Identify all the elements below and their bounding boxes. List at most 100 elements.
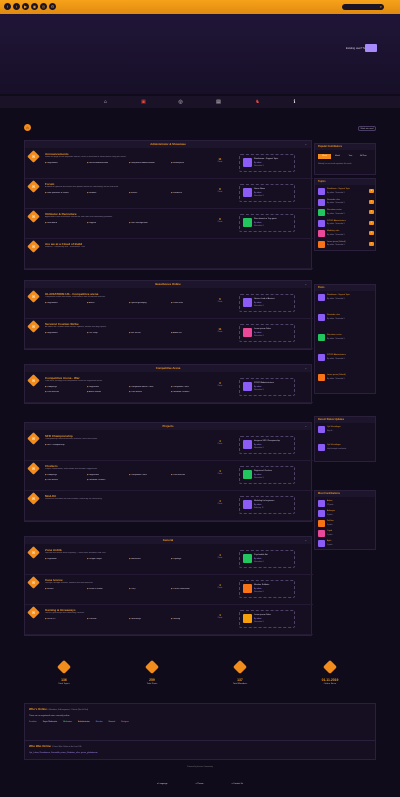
last-post-box[interactable]: Modeling for beginners By admin February 1… xyxy=(239,496,295,514)
item-title[interactable]: Lorem ipsum (Default) xyxy=(327,241,346,243)
subforum-link[interactable]: Support xyxy=(87,222,129,224)
last-post-author[interactable]: By admin xyxy=(254,222,262,224)
last-post-author[interactable]: By admin xyxy=(254,386,262,388)
last-post-author[interactable]: By admin xyxy=(254,192,262,194)
last-post-box[interactable]: Lorem ipsum Dolor By admin November 5 xyxy=(239,324,295,342)
subforum-link[interactable]: Homerakis xyxy=(129,558,171,560)
list-item[interactable]: Adamyou 5 posts xyxy=(318,509,374,519)
avatar[interactable] xyxy=(318,188,325,195)
collapse-icon[interactable]: ⌄ xyxy=(304,141,307,148)
subforum-link[interactable]: Marketplace xyxy=(171,162,213,164)
subforum-link[interactable]: Upload gameplay xyxy=(129,302,171,304)
subforum-link[interactable]: Feedback xyxy=(171,192,213,194)
subforum-link[interactable]: Last Matches xyxy=(45,391,87,393)
list-item[interactable]: Lorem ipsum (Default) By admin · November… xyxy=(318,373,374,383)
subforum-link[interactable]: Gaming xyxy=(171,618,213,620)
last-post-author[interactable]: By admin xyxy=(254,504,262,506)
last-post-author[interactable]: By admin xyxy=(254,332,262,334)
subforum-link[interactable]: Last Matches xyxy=(171,474,213,476)
item-title[interactable]: Cupid xyxy=(327,530,332,532)
discord-icon[interactable]: ◉ xyxy=(31,3,38,10)
avatar[interactable] xyxy=(243,470,252,479)
list-item[interactable]: Lorem ipsum (Default) By admin · November… xyxy=(318,240,374,250)
tab-all-time[interactable]: All Time xyxy=(357,154,370,159)
subforum-link[interactable]: Clan Battles xyxy=(45,479,87,481)
subforum-link[interactable]: Legislation xyxy=(45,558,87,560)
subforum-link[interactable]: Gladiator Partners xyxy=(171,391,213,393)
collapse-icon[interactable]: ⌄ xyxy=(304,537,307,544)
collapse-icon[interactable]: ⌄ xyxy=(304,423,307,430)
item-title[interactable]: XXXXX Administrators xyxy=(327,220,346,222)
avatar[interactable] xyxy=(243,584,252,593)
last-post-author[interactable]: By admin xyxy=(254,474,262,476)
subforum-link[interactable]: Events xyxy=(129,192,171,194)
item-title[interactable]: Reminder rules xyxy=(327,199,340,201)
group-legend-item[interactable]: Designer xyxy=(121,721,129,723)
footer-link-contact-us[interactable]: Contact Us xyxy=(231,783,243,785)
item-title[interactable]: Roadsteam - Support Topic xyxy=(327,294,350,296)
footer-link-theme[interactable]: Theme xyxy=(196,783,204,785)
globe-icon[interactable]: ◎ xyxy=(176,98,185,106)
last-post-title[interactable]: Registered Clockers xyxy=(254,470,272,472)
item-title[interactable]: Roadsteam - Support Topic xyxy=(327,188,350,190)
item-title[interactable]: Ayda xyxy=(327,540,331,542)
last-post-box[interactable]: Greece Lord of Ancient By admin November 5 xyxy=(239,294,295,312)
twitter-icon[interactable]: t xyxy=(13,3,20,10)
list-item[interactable]: Cpt Schrödinger http://example.com/status xyxy=(318,443,374,453)
subforum-link[interactable]: Mix Server xyxy=(129,332,171,334)
tab-month[interactable]: Month xyxy=(331,154,344,159)
avatar[interactable] xyxy=(243,188,252,197)
list-item[interactable]: Recruitare center By admin · November 5 2 xyxy=(318,208,374,218)
home-breadcrumb-icon[interactable]: ⌂ xyxy=(24,124,31,131)
last-post-author[interactable]: By admin xyxy=(254,444,262,446)
last-post-title[interactable]: Roadsteam - Support Topic xyxy=(254,158,278,160)
last-post-box[interactable]: Recruitment or Tiny posts By admin Novembe… xyxy=(239,214,295,232)
avatar[interactable] xyxy=(318,500,325,507)
subforum-link[interactable]: SFD Championship xyxy=(45,444,87,446)
list-item[interactable]: Ayda 1 posts xyxy=(318,539,374,549)
sign-up-button[interactable] xyxy=(365,44,377,52)
group-legend-item[interactable]: Member xyxy=(96,721,103,723)
last-post-box[interactable]: XXXXX Administrators By admin November 5 xyxy=(239,378,295,396)
item-title[interactable]: Lorem ipsum (Default) xyxy=(327,374,346,376)
avatar[interactable] xyxy=(243,382,252,391)
subforum-link[interactable]: Deal Afford xyxy=(45,222,87,224)
last-post-author[interactable]: By admin xyxy=(254,618,262,620)
subforum-link[interactable]: Lobbyrings xyxy=(45,474,87,476)
last-post-author[interactable]: By admin xyxy=(254,588,262,590)
last-post-title[interactable]: Lorem ipsum Dolor xyxy=(254,614,271,616)
list-item[interactable]: Roadsteam - Support Topic By admin · Nove… xyxy=(318,187,374,197)
home-icon[interactable]: ⌂ xyxy=(101,98,110,106)
community-icon[interactable]: ♞ xyxy=(253,98,262,106)
subforum-link[interactable]: Lobbyrings xyxy=(45,386,87,388)
avatar[interactable] xyxy=(318,374,325,381)
avatar[interactable] xyxy=(243,328,252,337)
last-post-author[interactable]: By admin xyxy=(254,162,262,164)
instagram-icon[interactable]: ◎ xyxy=(40,3,47,10)
avatar[interactable] xyxy=(318,209,325,216)
last-post-box[interactable]: Psychedelic Art By admin November 5 xyxy=(239,550,295,568)
list-item[interactable]: Reminder rules By admin · November 5 xyxy=(318,313,374,323)
collapse-icon[interactable]: ⌄ xyxy=(304,365,307,372)
group-legend-item[interactable]: Super Moderator xyxy=(43,721,57,723)
subforum-link[interactable]: Jocuri PC xyxy=(45,618,87,620)
subforum-link[interactable]: Staff questions & events xyxy=(45,192,87,194)
avatar[interactable] xyxy=(243,158,252,167)
forums-icon[interactable]: ▣ xyxy=(139,98,148,106)
list-item[interactable]: XXXXX Administrators By admin · November … xyxy=(318,219,374,229)
last-post-title[interactable]: Game News xyxy=(254,188,265,190)
group-legend-item[interactable]: Fondator xyxy=(29,721,37,723)
subforum-link[interactable]: Lopolegs xyxy=(171,558,213,560)
subforum-link[interactable]: Arena Videos xyxy=(87,391,129,393)
tab-week[interactable]: Week xyxy=(318,154,331,159)
avatar[interactable] xyxy=(318,540,325,547)
subforum-link[interactable]: Complaints Clans xyxy=(171,386,213,388)
subforum-link[interactable]: Regulations xyxy=(45,332,87,334)
avatar[interactable] xyxy=(243,500,252,509)
info-icon[interactable]: ℹ xyxy=(290,98,299,106)
avatar[interactable] xyxy=(318,530,325,537)
avatar[interactable] xyxy=(243,554,252,563)
subforum-link[interactable]: Regulations xyxy=(45,302,87,304)
item-title[interactable]: ZeliGoe xyxy=(327,520,334,522)
list-item[interactable]: XXXXX Administrators By admin · November … xyxy=(318,353,374,363)
